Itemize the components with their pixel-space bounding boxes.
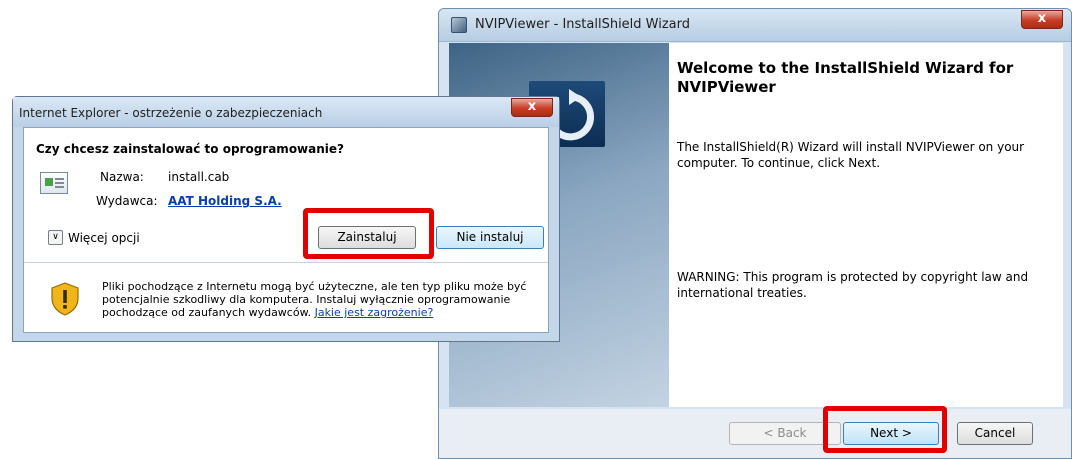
back-button[interactable]: < Back [729, 422, 841, 445]
file-icon [40, 172, 68, 194]
installer-titlebar[interactable]: NVIPViewer - InstallShield Wizard x [439, 9, 1071, 42]
chevron-down-icon: ∨ [52, 232, 59, 242]
security-warning-text: Pliki pochodzące z Internetu mogą być uż… [102, 280, 532, 319]
intro-text: The InstallShield(R) Wizard will install… [677, 140, 1025, 170]
installer-close-button[interactable]: x [1021, 10, 1063, 29]
copyright-warning: WARNING: This program is protected by co… [677, 270, 1029, 300]
next-button[interactable]: Next > [843, 422, 939, 445]
ie-dialog-titlebar[interactable]: Internet Explorer - ostrzeżenie o zabezp… [13, 97, 559, 127]
install-question: Czy chcesz zainstalować to oprogramowani… [36, 142, 344, 156]
ie-dialog-close-button[interactable]: x [511, 98, 553, 117]
publisher-link[interactable]: AAT Holding S.A. [168, 194, 282, 208]
risk-info-link[interactable]: Jakie jest zagrożenie? [315, 306, 434, 319]
installer-title: NVIPViewer - InstallShield Wizard [475, 17, 691, 32]
installer-icon [451, 17, 467, 33]
ie-dialog-content: Czy chcesz zainstalować to oprogramowani… [23, 127, 549, 333]
installer-content: Welcome to the InstallShield Wizard for … [669, 43, 1063, 407]
ie-dialog-title: Internet Explorer - ostrzeżenie o zabezp… [19, 106, 323, 120]
dont-install-button[interactable]: Nie instaluj [436, 226, 544, 249]
more-options-toggle[interactable]: ∨ [48, 230, 63, 245]
publisher-label: Wydawca: [96, 194, 158, 208]
cancel-button[interactable]: Cancel [957, 422, 1033, 445]
ie-security-dialog: Internet Explorer - ostrzeżenie o zabezp… [12, 96, 560, 342]
welcome-heading: Welcome to the InstallShield Wizard for … [677, 59, 1014, 96]
name-label: Nazwa: [100, 170, 144, 184]
more-options-label[interactable]: Więcej opcji [68, 231, 140, 245]
security-shield-icon [50, 282, 80, 319]
install-button[interactable]: Zainstaluj [318, 226, 416, 249]
divider [24, 262, 548, 263]
name-value: install.cab [168, 170, 230, 184]
installer-button-bar: < Back Next > Cancel [439, 409, 1071, 458]
